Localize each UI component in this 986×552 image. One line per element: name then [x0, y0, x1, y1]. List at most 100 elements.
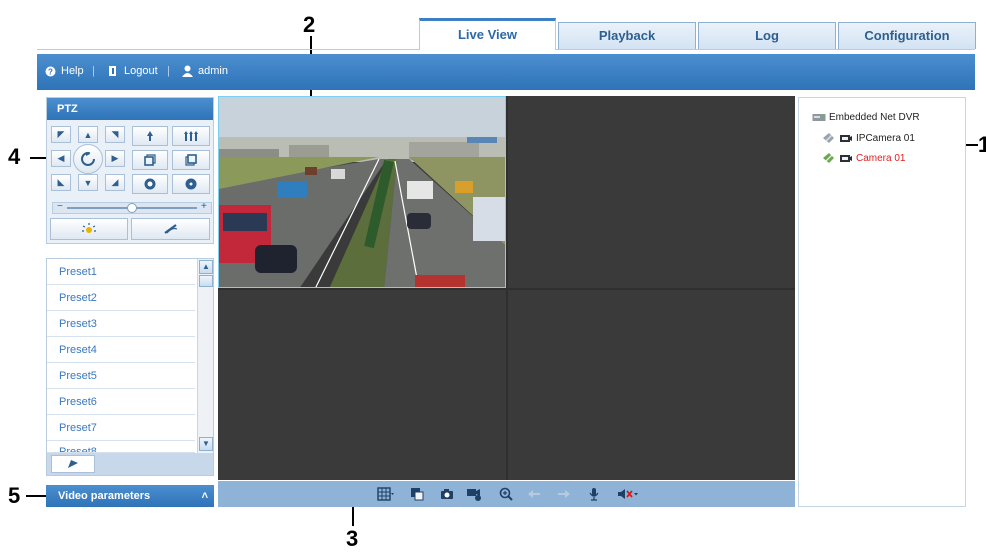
zoom-out-button[interactable] [172, 126, 210, 146]
callout-4: 4 [8, 144, 21, 169]
svg-text:?: ? [48, 67, 53, 76]
ptz-up-button[interactable]: ▲ [78, 126, 98, 143]
list-item[interactable]: Preset3 [47, 311, 195, 337]
window-layout-icon[interactable] [376, 486, 396, 502]
help-label: Help [61, 65, 84, 77]
focus-far-icon [185, 154, 197, 166]
record-icon[interactable] [466, 486, 482, 502]
channel-status-icon [823, 133, 834, 143]
list-item[interactable]: Preset4 [47, 337, 195, 363]
callout-3: 3 [346, 526, 359, 551]
chevron-up-icon: ˄ [201, 490, 208, 502]
ptz-right-button[interactable]: ▶ [105, 150, 125, 167]
video-window-4[interactable] [508, 290, 795, 480]
tree-channel-camera-01[interactable]: Camera 01 [822, 152, 905, 164]
ptz-title: PTZ [47, 98, 213, 120]
callout-1: 1 [978, 132, 986, 157]
tree-channel-ipcamera-01[interactable]: IPCamera 01 [822, 132, 915, 144]
zoom-out-icon [184, 131, 198, 141]
tab-log[interactable]: Log [698, 22, 836, 49]
tree-root[interactable]: Embedded Net DVR [812, 112, 920, 123]
tab-live-view[interactable]: Live View [419, 18, 556, 50]
scroll-up-button[interactable]: ▲ [199, 260, 213, 274]
ptz-left-button[interactable]: ◀ [51, 150, 71, 167]
camera-icon [840, 154, 852, 162]
list-item[interactable]: Preset1 [47, 259, 195, 285]
wiper-icon [163, 224, 177, 234]
video-window-2[interactable] [508, 96, 795, 288]
video-parameters-label: Video parameters [58, 490, 151, 502]
auto-rotate-icon [81, 152, 95, 166]
header-separator: | [167, 65, 170, 77]
prev-page-icon[interactable] [526, 486, 542, 502]
scroll-thumb[interactable] [199, 275, 213, 287]
zoom-in-button[interactable] [132, 126, 168, 146]
logout-link[interactable]: Logout [107, 65, 158, 77]
preset-icon [68, 460, 78, 468]
live-view-area [218, 96, 795, 480]
logout-icon [109, 66, 116, 76]
light-button[interactable] [50, 218, 128, 240]
camera-feed-image [219, 97, 505, 287]
tree-root-label: Embedded Net DVR [829, 112, 920, 123]
iris-open-button[interactable] [132, 174, 168, 194]
logout-label: Logout [124, 65, 158, 77]
help-link[interactable]: ? Help [45, 65, 84, 77]
tab-playback[interactable]: Playback [558, 22, 696, 49]
callout-5: 5 [8, 483, 21, 508]
header-separator: | [92, 65, 95, 77]
list-item[interactable]: Preset8 [47, 441, 195, 453]
video-window-3[interactable] [218, 290, 506, 480]
iris-close-button[interactable] [172, 174, 210, 194]
iris-open-icon [144, 178, 156, 190]
dvr-icon [812, 114, 826, 121]
video-parameters-bar[interactable]: Video parameters ˄ [46, 485, 214, 507]
user-info: admin [182, 65, 228, 77]
zoom-in-icon [147, 131, 153, 141]
ptz-up-left-button[interactable]: ◤ [51, 126, 71, 143]
microphone-icon[interactable] [586, 486, 602, 502]
header-bar: ? Help | Logout | admin [37, 54, 975, 90]
digital-zoom-icon[interactable] [498, 486, 514, 502]
ptz-up-right-button[interactable]: ◥ [105, 126, 125, 143]
preset-call-button[interactable] [51, 455, 95, 473]
user-icon [182, 65, 193, 77]
next-page-icon[interactable] [556, 486, 572, 502]
video-window-1[interactable] [218, 96, 506, 288]
channel-label: Camera 01 [856, 152, 906, 164]
preset-scrollbar[interactable]: ▲ ▼ [197, 259, 213, 453]
iris-close-icon [185, 178, 197, 190]
list-item[interactable]: Preset2 [47, 285, 195, 311]
capture-icon[interactable] [439, 486, 455, 502]
ptz-down-left-button[interactable]: ◣ [51, 174, 71, 191]
ptz-speed-min: − [57, 201, 63, 212]
ptz-speed-slider[interactable]: − + [52, 201, 212, 214]
preset-list: Preset1 Preset2 Preset3 Preset4 Preset5 … [46, 258, 214, 476]
slider-handle[interactable] [127, 203, 137, 213]
channel-status-icon [823, 153, 834, 163]
stop-all-icon[interactable] [409, 486, 425, 502]
camera-icon [840, 134, 852, 142]
list-item[interactable]: Preset7 [47, 415, 195, 441]
scroll-down-button[interactable]: ▼ [199, 437, 213, 451]
ptz-down-right-button[interactable]: ◢ [105, 174, 125, 191]
username: admin [198, 65, 228, 77]
audio-mute-icon[interactable] [616, 486, 640, 502]
channel-label: IPCamera 01 [856, 132, 915, 144]
help-icon: ? [45, 66, 56, 76]
focus-far-button[interactable] [172, 150, 210, 170]
device-tree: Embedded Net DVR IPCamera 01 Camera 01 [798, 97, 966, 507]
focus-near-icon [144, 154, 156, 166]
focus-near-button[interactable] [132, 150, 168, 170]
list-item[interactable]: Preset5 [47, 363, 195, 389]
tab-configuration[interactable]: Configuration [838, 22, 976, 49]
callout-2: 2 [303, 12, 316, 37]
ptz-auto-button[interactable] [73, 144, 103, 174]
wiper-button[interactable] [131, 218, 210, 240]
live-view-toolbar [218, 481, 795, 507]
list-item[interactable]: Preset6 [47, 389, 195, 415]
ptz-speed-max: + [201, 201, 207, 212]
light-icon [82, 223, 96, 233]
ptz-down-button[interactable]: ▼ [78, 174, 98, 191]
preset-toolbar [47, 453, 213, 475]
